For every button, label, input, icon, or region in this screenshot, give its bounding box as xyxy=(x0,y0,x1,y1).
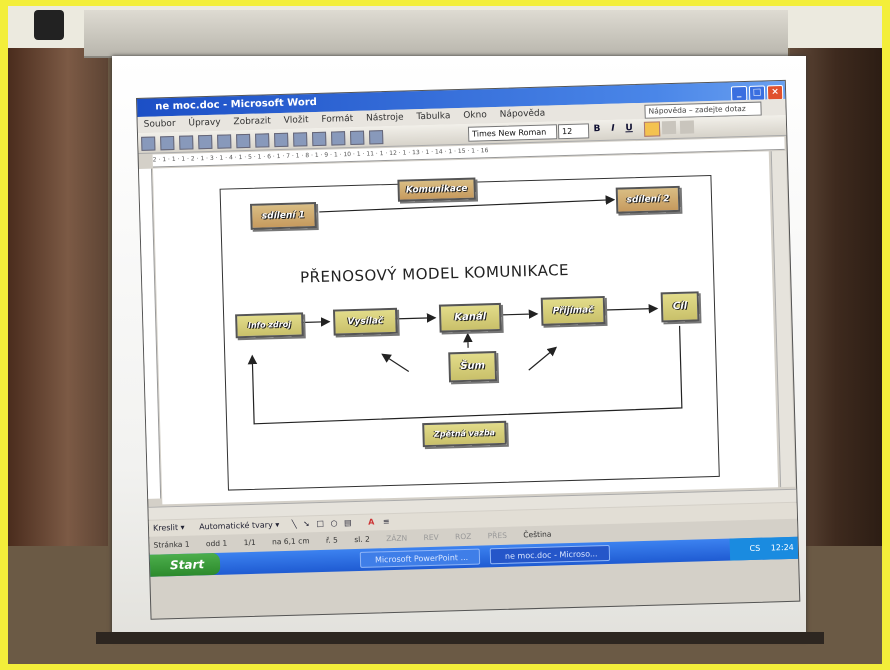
bold-button[interactable]: B xyxy=(590,123,604,136)
table-icon[interactable] xyxy=(368,130,384,145)
italic-button[interactable]: I xyxy=(606,122,620,135)
menu-okno[interactable]: Okno xyxy=(463,110,487,121)
box-komunikace: Komunikace xyxy=(397,177,476,202)
start-button[interactable]: Start xyxy=(149,552,221,577)
menu-soubor[interactable]: Soubor xyxy=(144,119,176,130)
numbering-icon[interactable] xyxy=(679,120,695,134)
menu-tabulka[interactable]: Tabulka xyxy=(416,111,450,122)
status-ovr[interactable]: PŘES xyxy=(488,531,507,541)
open-icon[interactable] xyxy=(160,135,175,151)
print-preview-icon[interactable] xyxy=(236,133,251,149)
spelling-icon[interactable] xyxy=(255,133,270,148)
taskbar-word[interactable]: ne moc.doc - Microso... xyxy=(489,544,611,565)
font-size-select[interactable]: 12 xyxy=(557,123,590,140)
left-wall xyxy=(8,6,108,546)
arrow-source-transmitter xyxy=(301,317,331,327)
align-center-icon[interactable] xyxy=(661,120,677,135)
box-sum: Šum xyxy=(448,351,498,383)
status-rec[interactable]: ZÁZN xyxy=(386,534,407,544)
document-page: sdílení 1 Komunikace sdílení 2 PŘENOSOVÝ… xyxy=(152,151,779,505)
copy-icon[interactable] xyxy=(293,132,308,147)
status-pages: 1/1 xyxy=(243,537,256,548)
box-vysilac: Vysílač xyxy=(332,307,398,336)
status-page: Stránka 1 xyxy=(153,539,190,550)
system-tray: CS 12:24 xyxy=(729,536,799,561)
permission-icon[interactable] xyxy=(198,134,213,150)
status-ext[interactable]: ROZ xyxy=(455,532,472,541)
oval-tool-icon[interactable]: ○ xyxy=(330,519,337,528)
box-zpetna-vazba: Zpětná vazba xyxy=(422,420,507,448)
autoshapes-menu[interactable]: Automatické tvary ▾ xyxy=(199,520,279,531)
research-icon[interactable] xyxy=(274,132,289,148)
box-kanal: Kanál xyxy=(438,302,502,333)
line-style-icon[interactable]: ≡ xyxy=(383,517,390,526)
top-arrow xyxy=(319,195,616,213)
new-doc-icon[interactable] xyxy=(141,136,156,151)
font-color-icon[interactable]: A xyxy=(368,518,374,527)
arrow-noise-transmitter xyxy=(381,353,410,372)
word-window: ne moc.doc - Microsoft Word _ □ × Soubor Ú… xyxy=(136,79,801,620)
menu-nastroje[interactable]: Nástroje xyxy=(366,113,404,124)
box-prijimac: Přijímač xyxy=(540,295,606,326)
textbox-tool-icon[interactable]: ▤ xyxy=(344,518,352,527)
status-language: Čeština xyxy=(523,529,552,540)
status-section: odd 1 xyxy=(205,538,228,549)
arrow-noise-receiver xyxy=(528,346,558,371)
ceiling-camera xyxy=(34,10,64,40)
font-name-select[interactable]: Times New Roman xyxy=(467,124,558,142)
draw-menu[interactable]: Kreslit ▾ xyxy=(153,523,185,533)
menu-napoveda[interactable]: Nápověda xyxy=(500,109,546,120)
menu-vlozit[interactable]: Vložit xyxy=(284,115,309,126)
projector-screen-housing xyxy=(84,10,788,58)
align-left-icon[interactable] xyxy=(643,121,661,137)
rectangle-tool-icon[interactable]: □ xyxy=(316,519,324,528)
status-position: na 6,1 cm xyxy=(271,536,310,547)
undo-icon[interactable] xyxy=(331,131,346,146)
menu-upravy[interactable]: Úpravy xyxy=(188,118,220,129)
arrow-tool-icon[interactable]: ➘ xyxy=(303,519,310,528)
hyperlink-icon[interactable] xyxy=(350,130,365,146)
taskbar-powerpoint[interactable]: Microsoft PowerPoint ... xyxy=(359,548,481,568)
box-cil: Cíl xyxy=(660,291,700,323)
box-sdileni-1: sdílení 1 xyxy=(250,202,317,230)
line-tool-icon[interactable]: ╲ xyxy=(292,520,297,529)
paste-icon[interactable] xyxy=(312,131,327,147)
status-line: ř. 5 xyxy=(325,535,338,545)
menu-format[interactable]: Formát xyxy=(321,114,353,125)
status-column: sl. 2 xyxy=(354,534,370,545)
arrow-transmitter-channel xyxy=(395,313,437,323)
status-rev[interactable]: REV xyxy=(423,533,438,542)
arrow-channel-receiver xyxy=(501,309,539,319)
arrow-receiver-goal xyxy=(605,303,659,314)
print-icon[interactable] xyxy=(217,134,232,149)
save-icon[interactable] xyxy=(179,135,194,150)
screen-bottom-bar xyxy=(96,632,824,644)
underline-button[interactable]: U xyxy=(622,122,636,135)
window-title: ne moc.doc - Microsoft Word xyxy=(155,96,318,113)
box-info-zdroj: Info zdroj xyxy=(235,312,304,339)
tray-clock: 12:24 xyxy=(770,542,794,553)
menu-zobrazit[interactable]: Zobrazit xyxy=(233,116,271,127)
tray-language[interactable]: CS xyxy=(749,544,760,553)
box-sdileni-2: sdílení 2 xyxy=(615,185,681,214)
